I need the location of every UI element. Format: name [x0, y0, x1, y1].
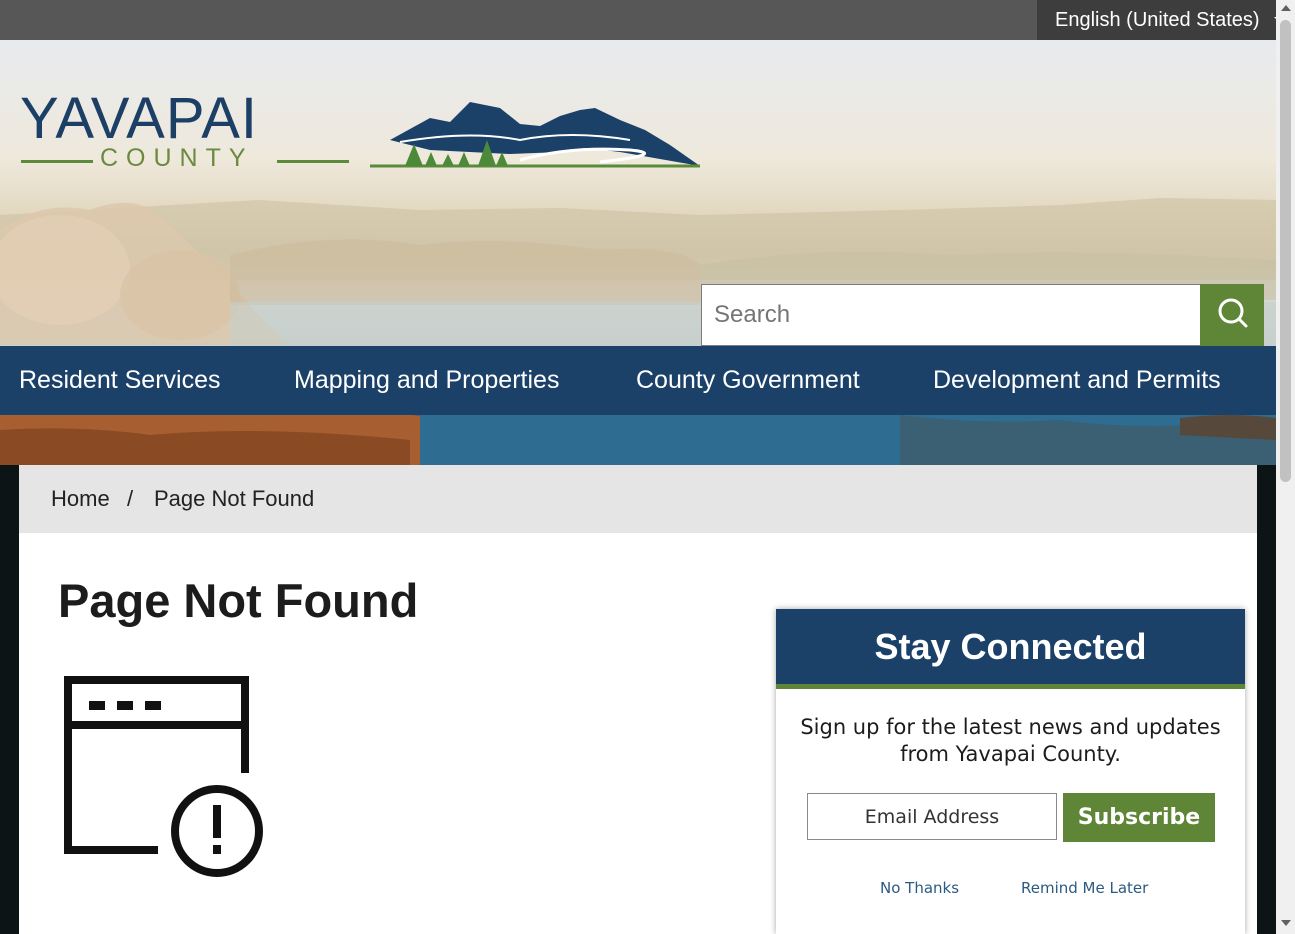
remind-me-later-link[interactable]: Remind Me Later [1021, 879, 1148, 897]
search-button[interactable] [1200, 284, 1264, 346]
logo-divider-left [21, 160, 93, 163]
breadcrumb-separator: / [127, 486, 134, 511]
logo-county: COUNTY [100, 144, 254, 172]
search-input[interactable] [701, 284, 1201, 346]
logo-divider-right [277, 160, 349, 163]
stay-connected-dialog: Stay Connected Sign up for the latest ne… [776, 609, 1245, 934]
mountains-logo-icon [370, 102, 700, 168]
scroll-thumb[interactable] [1280, 20, 1291, 482]
nav-item-county-government[interactable]: County Government [636, 346, 860, 415]
email-field[interactable] [807, 793, 1057, 840]
nav-item-resident-services[interactable]: Resident Services [19, 346, 220, 415]
breadcrumb-current: Page Not Found [154, 486, 315, 511]
subscribe-button[interactable]: Subscribe [1063, 793, 1215, 842]
language-label: English (United States) [1055, 9, 1260, 31]
nav-item-development-permits[interactable]: Development and Permits [933, 346, 1221, 415]
nav-item-mapping-properties[interactable]: Mapping and Properties [294, 346, 559, 415]
no-thanks-link[interactable]: No Thanks [880, 879, 959, 897]
scroll-up-icon[interactable] [1281, 5, 1291, 11]
browser-error-icon [64, 676, 263, 877]
stay-connected-description: Sign up for the latest news and updates … [800, 715, 1221, 766]
breadcrumb: Home / Page Not Found [19, 465, 1257, 533]
logo-yavapai[interactable]: YAVAPAI [20, 88, 258, 150]
stay-connected-title: Stay Connected [776, 609, 1245, 689]
page-title: Page Not Found [58, 574, 419, 627]
main-nav: Resident Services Mapping and Properties… [0, 346, 1276, 415]
search-icon [1218, 298, 1248, 328]
language-select[interactable]: English (United States) [1037, 0, 1295, 40]
scroll-down-icon[interactable] [1281, 920, 1291, 926]
page-scrollbar[interactable] [1276, 0, 1295, 934]
breadcrumb-home[interactable]: Home [51, 465, 110, 533]
